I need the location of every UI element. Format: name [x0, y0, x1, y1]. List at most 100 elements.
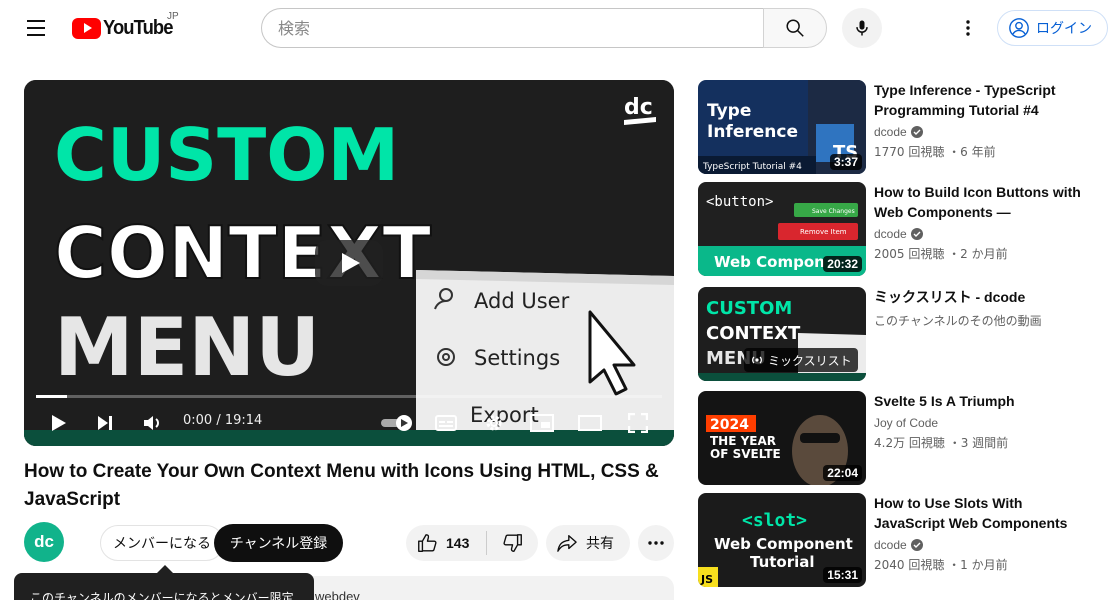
like-count: 143: [446, 535, 470, 551]
youtube-logo[interactable]: YouTube: [72, 15, 179, 41]
like-divider: [486, 531, 487, 555]
recommendation-meta: このチャンネルのその他の動画: [874, 314, 1042, 328]
recommendation-title[interactable]: How to Build Icon Buttons with Web Compo…: [874, 182, 1084, 222]
recommendation-title[interactable]: How to Use Slots With JavaScript Web Com…: [874, 493, 1084, 533]
channel-name: dcode: [874, 125, 907, 139]
join-membership-button[interactable]: メンバーになる: [100, 525, 224, 561]
search-input[interactable]: [261, 8, 764, 48]
recommendation-thumbnail[interactable]: <button> Save Changes Remove Item Web Co…: [698, 182, 866, 276]
thumb-text: <slot>: [742, 510, 807, 531]
search-button[interactable]: [763, 8, 827, 48]
mute-button[interactable]: [136, 400, 170, 446]
play-button[interactable]: [42, 400, 76, 446]
like-dislike-group: 143: [406, 525, 538, 561]
thumb-text: CONTEXT: [706, 323, 801, 344]
more-actions-button[interactable]: [638, 525, 674, 561]
time-display: 0:00 / 19:14: [183, 413, 263, 428]
hamburger-icon: [27, 20, 45, 22]
voice-search-button[interactable]: [842, 8, 882, 48]
recommendation-meta: 4.2万 回視聴 ・3 週間前: [874, 436, 1009, 450]
thumb-menu-add-user: Add User: [474, 289, 570, 313]
mix-badge: ミックスリスト: [744, 348, 858, 372]
channel-name: Joy of Code: [874, 416, 939, 430]
more-horizontal-icon: [648, 541, 664, 545]
settings-more-button[interactable]: [948, 8, 988, 48]
thumbs-up-icon: [418, 534, 437, 552]
subscribe-button[interactable]: チャンネル登録: [214, 524, 343, 562]
verified-icon: [910, 126, 923, 138]
masthead: YouTube JP ログイン: [0, 0, 1109, 56]
thumb-line-1: CUSTOM: [54, 113, 399, 197]
recommendation-channel[interactable]: dcode: [874, 538, 923, 552]
channel-name: dcode: [874, 227, 907, 241]
recommendation-title[interactable]: Type Inference - TypeScript Programming …: [874, 80, 1084, 120]
recommendation-thumbnail[interactable]: Type Inference TS TypeScript Tutorial #4…: [698, 80, 866, 174]
thumb-text: OF SVELTE: [710, 447, 781, 461]
like-button[interactable]: 143: [406, 525, 486, 561]
duration-badge: 20:32: [823, 256, 862, 272]
autoplay-toggle-icon: [381, 415, 412, 431]
thumb-button-label: Save Changes: [812, 208, 855, 215]
autoplay-toggle[interactable]: [378, 400, 418, 446]
recommendation-item[interactable]: 2024 THE YEAR OF SVELTE 22:04 Svelte 5 I…: [698, 391, 1098, 485]
thumbs-down-icon: [503, 534, 522, 552]
play-icon: [342, 253, 360, 273]
recommendation-item[interactable]: Type Inference TS TypeScript Tutorial #4…: [698, 80, 1098, 174]
recommendation-item[interactable]: <button> Save Changes Remove Item Web Co…: [698, 182, 1098, 276]
recommendation-channel[interactable]: dcode: [874, 125, 923, 139]
recommendation-thumbnail[interactable]: 2024 THE YEAR OF SVELTE 22:04: [698, 391, 866, 485]
search-icon: [786, 19, 804, 37]
tooltip-text: このチャンネルのメンバーになるとメンバー限定: [30, 591, 294, 600]
large-play-button[interactable]: [315, 240, 383, 286]
youtube-play-icon: [72, 17, 101, 39]
dislike-button[interactable]: [488, 525, 538, 561]
guide-menu-button[interactable]: [16, 8, 56, 48]
miniplayer-icon: [530, 414, 554, 432]
recommendation-meta: 2040 回視聴 ・1 か月前: [874, 558, 1008, 572]
recommendation-item[interactable]: <slot> Web Component Tutorial JS 15:31 H…: [698, 493, 1098, 587]
membership-tooltip: このチャンネルのメンバーになるとメンバー限定: [14, 573, 314, 600]
player-controls: 0:00 / 19:14: [24, 400, 674, 446]
next-button[interactable]: [88, 400, 122, 446]
fullscreen-button[interactable]: [622, 400, 654, 446]
share-button[interactable]: 共有: [546, 525, 630, 561]
recommendation-channel[interactable]: Joy of Code: [874, 416, 938, 430]
video-player[interactable]: CUSTOM CONTEXT MENU Add User Settings Ex…: [24, 80, 674, 446]
javascript-badge: JS: [700, 573, 713, 586]
logo-text: YouTube: [103, 16, 173, 39]
mix-playlist-item[interactable]: CUSTOM CONTEXT MENU ミックスリスト ミックスリスト - dc…: [698, 287, 1098, 381]
skip-next-icon: [98, 416, 112, 430]
more-vertical-icon: [966, 20, 970, 36]
fullscreen-icon: [628, 413, 648, 433]
thumb-text: <button>: [706, 194, 773, 210]
settings-button[interactable]: [478, 400, 510, 446]
recommendation-meta: 1770 回視聴 ・6 年前: [874, 145, 996, 159]
volume-icon: [144, 416, 159, 430]
thumb-button-label: Remove Item: [800, 228, 847, 236]
subtitles-button[interactable]: [430, 400, 462, 446]
recommendation-thumbnail[interactable]: CUSTOM CONTEXT MENU ミックスリスト: [698, 287, 866, 381]
thumb-text: Type: [707, 101, 751, 121]
recommendation-title[interactable]: Svelte 5 Is A Triumph: [874, 391, 1084, 411]
signin-button[interactable]: ログイン: [997, 10, 1108, 46]
thumb-line-3: MENU: [54, 301, 320, 394]
video-title: How to Create Your Own Context Menu with…: [24, 461, 659, 510]
miniplayer-button[interactable]: [526, 400, 558, 446]
progress-fill: [36, 395, 68, 398]
microphone-icon: [856, 20, 868, 36]
channel-avatar[interactable]: dc: [24, 522, 64, 562]
logo-region-code: JP: [167, 11, 179, 22]
theater-mode-button[interactable]: [574, 400, 606, 446]
progress-bar[interactable]: [36, 395, 662, 398]
join-membership-label: メンバーになる: [113, 536, 211, 552]
recommendation-channel[interactable]: dcode: [874, 227, 923, 241]
thumb-text: THE YEAR: [710, 434, 776, 448]
duration-badge: 22:04: [823, 465, 862, 481]
share-label: 共有: [586, 536, 614, 552]
recommendation-title[interactable]: ミックスリスト - dcode: [874, 287, 1084, 307]
mix-radio-icon: [752, 356, 762, 364]
recommendation-thumbnail[interactable]: <slot> Web Component Tutorial JS 15:31: [698, 493, 866, 587]
signin-label: ログイン: [1036, 21, 1092, 37]
verified-icon: [910, 539, 923, 551]
thumb-caption: TypeScript Tutorial #4: [702, 162, 802, 172]
